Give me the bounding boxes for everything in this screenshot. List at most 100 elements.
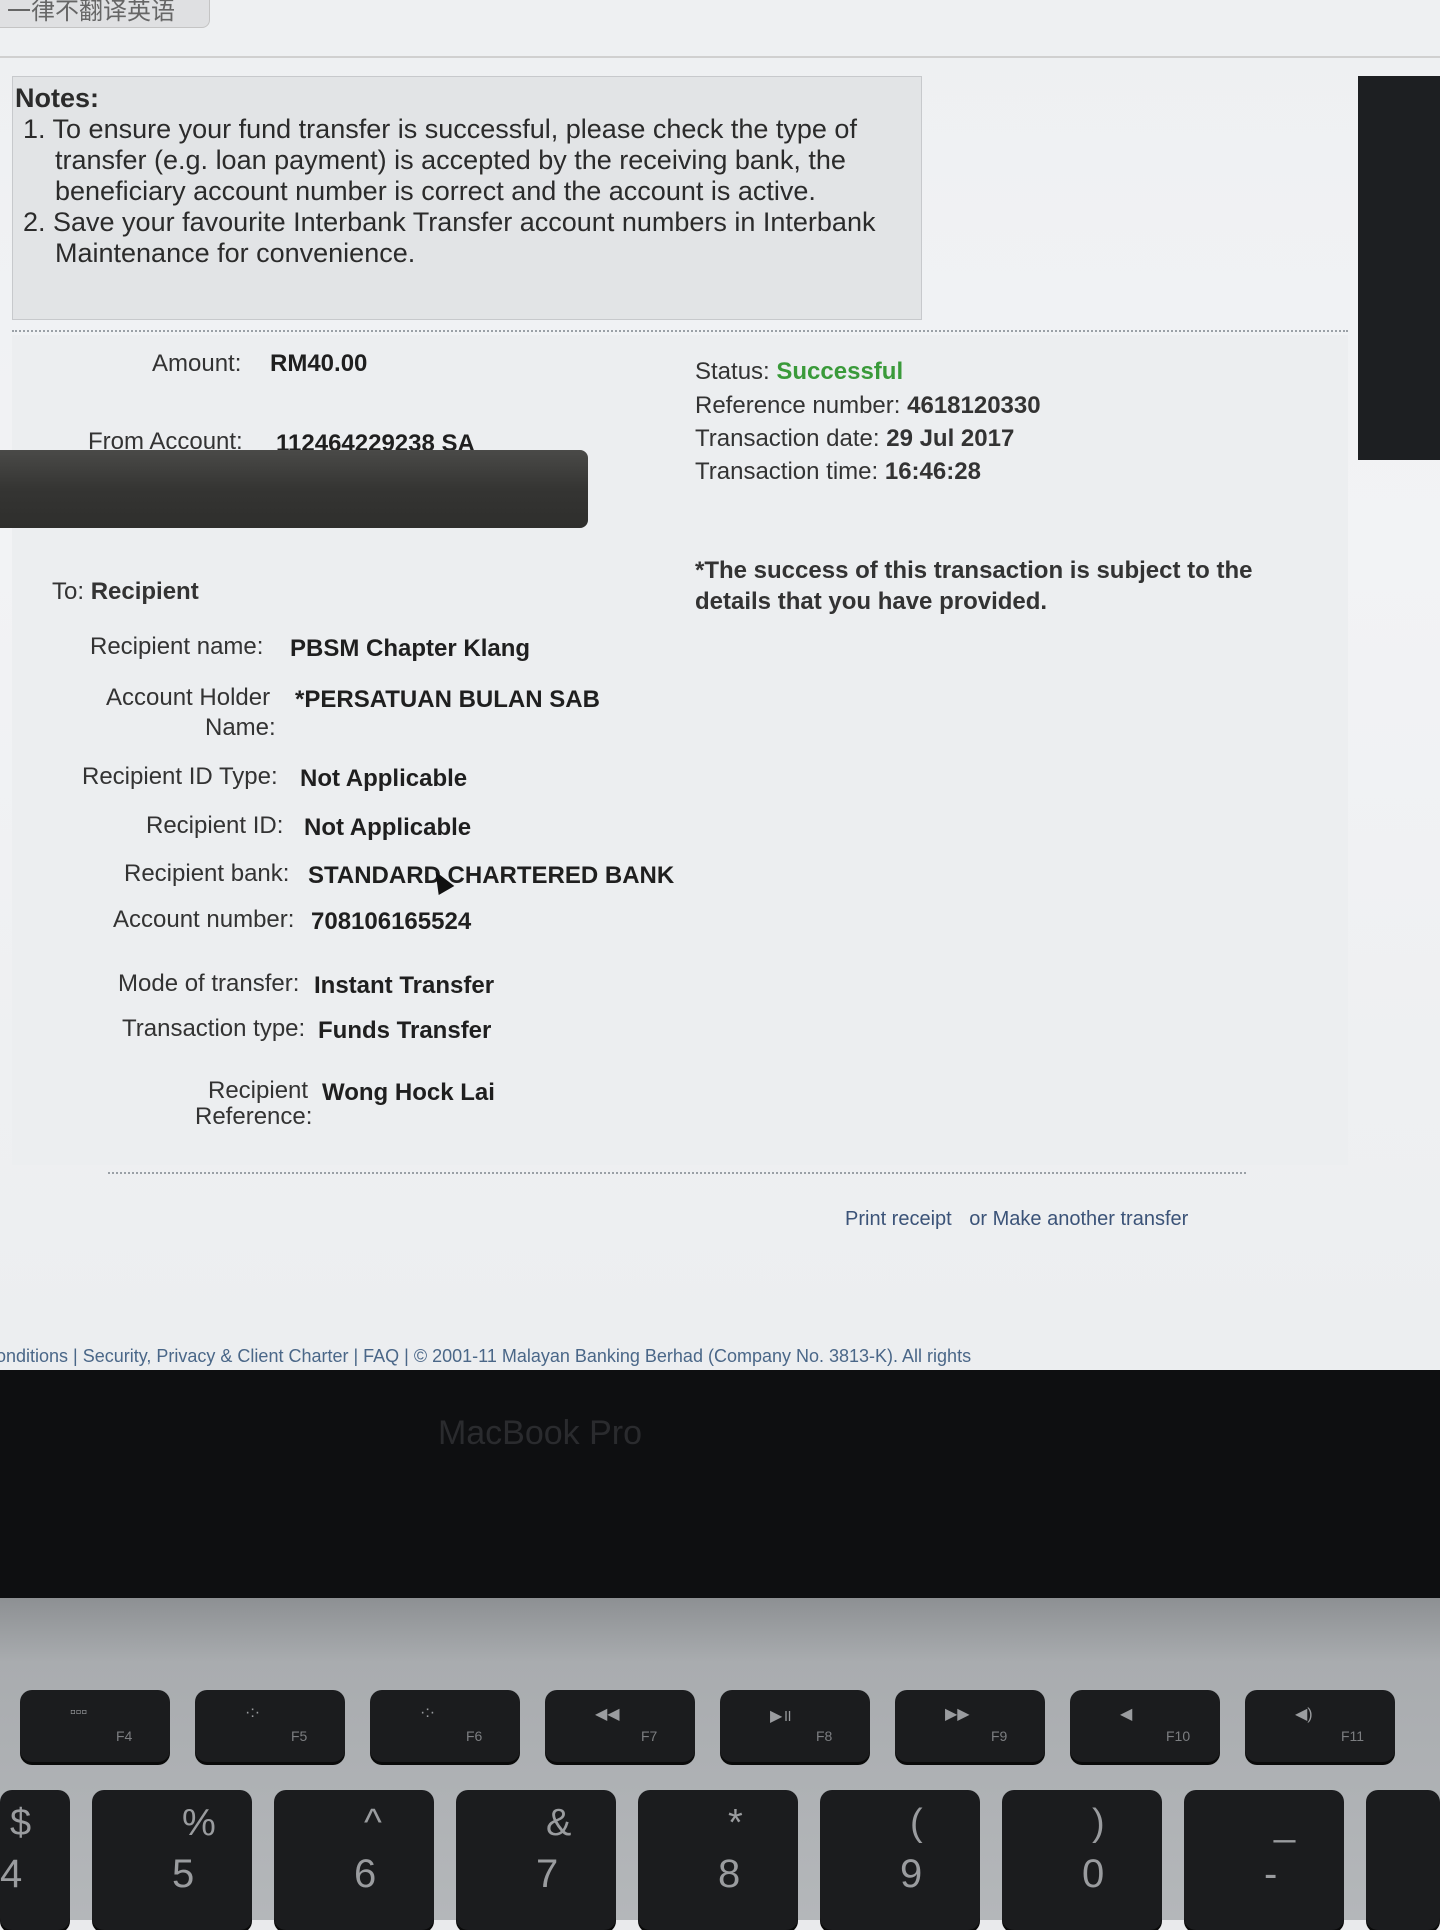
bottom-divider: [108, 1172, 1246, 1174]
key-symbol: %: [182, 1802, 216, 1844]
side-panel: [1358, 76, 1440, 460]
key-6[interactable]: ^ 6: [274, 1790, 434, 1930]
reference-label: Reference number:: [695, 392, 901, 419]
time-value: 16:46:28: [884, 458, 981, 485]
key-9[interactable]: (9: [820, 1790, 980, 1930]
holder-label-1: Account Holder: [106, 684, 271, 711]
recipient-name-label: Recipient name:: [90, 633, 264, 660]
key-label: F4: [116, 1728, 133, 1744]
reference-row: Reference number: 4618120330: [695, 392, 1041, 420]
key-f6[interactable]: ·:· F6: [370, 1690, 520, 1762]
account-number-value: 708106165524: [311, 908, 472, 935]
key-symbol: (: [910, 1802, 923, 1844]
note-item-1: 1. To ensure your fund transfer is succe…: [23, 114, 857, 206]
notes-title: Notes:: [15, 83, 100, 113]
key-f10[interactable]: ◀ F10: [1070, 1690, 1220, 1762]
key-label: F9: [991, 1728, 1008, 1744]
date-label: Transaction date:: [695, 425, 880, 452]
key-5[interactable]: % 5: [92, 1790, 252, 1930]
redaction-block: [0, 450, 588, 528]
key-symbol: ): [1092, 1802, 1105, 1844]
txn-type-value: Funds Transfer: [318, 1017, 492, 1044]
date-row: Transaction date: 29 Jul 2017: [695, 425, 1014, 453]
laptop-bezel: [0, 1370, 1440, 1600]
id-type-label: Recipient ID Type:: [82, 763, 278, 790]
keyboard-brightness-up-icon: ·:·: [420, 1704, 436, 1721]
id-type-value: Not Applicable: [300, 765, 468, 792]
time-label: Transaction time:: [695, 458, 879, 485]
key-symbol: ^: [364, 1802, 382, 1844]
key-8[interactable]: * 8: [638, 1790, 798, 1930]
mute-icon: ◀: [1120, 1706, 1133, 1723]
to-label: To:: [52, 578, 85, 605]
key-digit: 5: [172, 1852, 195, 1896]
date-value: 29 Jul 2017: [886, 425, 1015, 452]
amount-label: Amount:: [152, 350, 242, 377]
ref-label-2: Reference:: [195, 1103, 313, 1130]
key-f9[interactable]: ▶▶ F9: [895, 1690, 1045, 1762]
to-row: To: Recipient: [52, 578, 199, 606]
note-item-2: 2. Save your favourite Interbank Transfe…: [23, 207, 876, 268]
key-digit: 6: [354, 1852, 377, 1896]
rewind-icon: ◀◀: [595, 1706, 620, 1723]
volume-icon: ◀): [1295, 1706, 1313, 1723]
key-digit: 4: [0, 1852, 23, 1896]
print-receipt-link[interactable]: Print receipt: [845, 1208, 952, 1230]
key-label: F7: [641, 1728, 658, 1744]
key-digit: 0: [1082, 1852, 1105, 1896]
key-digit: -: [1264, 1852, 1278, 1896]
key-label: F10: [1166, 1728, 1191, 1744]
key-label: F8: [816, 1728, 833, 1744]
key-symbol: $: [10, 1802, 32, 1844]
holder-label-2: Name:: [205, 714, 276, 741]
top-divider: [0, 56, 1440, 58]
status-row: Status: Successful: [695, 358, 903, 386]
or-text: or: [969, 1208, 988, 1230]
key-label: F11: [1341, 1728, 1365, 1744]
keyboard-brightness-down-icon: ·:·: [245, 1704, 261, 1721]
key-label: F5: [291, 1728, 308, 1744]
amount-value: RM40.00: [270, 350, 368, 377]
to-value: Recipient: [90, 578, 199, 605]
key-digit: 9: [900, 1852, 923, 1896]
key-0[interactable]: ) 0: [1002, 1790, 1162, 1930]
key-f5[interactable]: ·:· F5: [195, 1690, 345, 1762]
key-f7[interactable]: ◀◀ F7: [545, 1690, 695, 1762]
key-digit: 7: [536, 1852, 559, 1896]
laptop-brand: MacBook Pro: [437, 1414, 643, 1452]
key-f8[interactable]: ▶॥ F8: [720, 1690, 870, 1762]
make-another-transfer-link[interactable]: Make another transfer: [993, 1208, 1189, 1230]
success-disclaimer: *The success of this transaction is subj…: [695, 557, 1253, 615]
notes-box: Notes: 1. To ensure your fund transfer i…: [12, 76, 922, 320]
launchpad-icon: ▫▫▫: [70, 1704, 88, 1721]
key-4[interactable]: $4: [0, 1790, 70, 1930]
recipient-id-value: Not Applicable: [304, 814, 472, 841]
footer-links[interactable]: onditions | Security, Privacy & Client C…: [0, 1346, 971, 1367]
play-pause-icon: ▶॥: [770, 1708, 792, 1725]
key-symbol: *: [728, 1802, 743, 1844]
key-f11[interactable]: ◀) F11: [1245, 1690, 1395, 1762]
account-number-label: Account number:: [113, 906, 295, 933]
key-digit: 8: [718, 1852, 741, 1896]
mode-label: Mode of transfer:: [118, 970, 300, 997]
section-divider: [12, 330, 1348, 332]
recipient-bank-value: STANDARD CHARTERED BANK: [308, 862, 675, 889]
status-label: Status:: [695, 358, 770, 385]
key-7[interactable]: & 7: [456, 1790, 616, 1930]
holder-value: *PERSATUAN BULAN SAB: [295, 686, 600, 713]
key-symbol: _: [1274, 1802, 1296, 1844]
mode-value: Instant Transfer: [314, 972, 495, 999]
recipient-id-label: Recipient ID:: [146, 812, 284, 839]
key-symbol: &: [546, 1802, 572, 1844]
recipient-bank-label: Recipient bank:: [124, 860, 290, 887]
reference-value: 4618120330: [907, 392, 1041, 419]
top-tab[interactable]: 一律不翻译英语: [0, 0, 210, 28]
key-label: F6: [466, 1728, 483, 1744]
status-value: Successful: [776, 358, 904, 385]
key--[interactable]: _ -: [1184, 1790, 1344, 1930]
key-+[interactable]: +: [1366, 1790, 1440, 1930]
key-f4[interactable]: ▫▫▫ F4: [20, 1690, 170, 1762]
time-row: Transaction time: 16:46:28: [695, 458, 981, 486]
recipient-name-value: PBSM Chapter Klang: [290, 635, 531, 662]
ref-label-1: Recipient: [208, 1077, 309, 1104]
